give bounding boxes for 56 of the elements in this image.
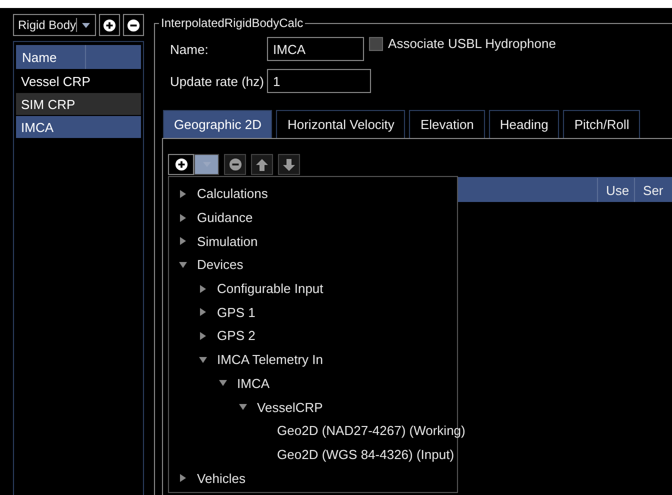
tab[interactable]: Pitch/Roll [563,110,640,138]
collapse-arrow-icon[interactable] [179,260,188,269]
up-arrow-icon [256,158,268,170]
list-item[interactable]: IMCA [16,116,142,138]
tree-item[interactable]: Simulation [197,234,258,249]
expand-arrow-icon[interactable] [179,190,188,198]
collapse-arrow-icon[interactable] [199,356,208,364]
tree-item[interactable]: Vehicles [197,470,246,486]
column-header[interactable]: Ser [635,178,672,202]
expand-arrow-icon[interactable] [199,308,208,316]
field-label: Name: [170,42,210,56]
tab[interactable]: Geographic 2D [163,110,272,138]
type-dropdown[interactable]: Rigid Body [13,14,96,36]
remove-button[interactable] [224,154,246,175]
expand-arrow-icon[interactable] [199,332,208,340]
tree-item[interactable]: IMCA Telemetry In [217,352,323,368]
list-item[interactable]: SIM CRP [16,93,142,115]
tab[interactable]: Horizontal Velocity [276,110,406,138]
tree-item[interactable]: GPS 2 [217,328,256,344]
remove-button[interactable] [123,14,144,36]
add-button[interactable] [99,14,120,36]
column-header[interactable]: Use [598,178,636,202]
tree-item[interactable]: Calculations [197,186,268,202]
tree-item[interactable]: GPS 1 [217,304,256,320]
tab[interactable]: Elevation [409,110,485,138]
group-title: InterpolatedRigidBodyCalc [159,16,306,30]
tree-item[interactable]: Geo2D (WGS 84-4326) (Input) [277,446,454,462]
checkbox-label[interactable]: Associate USBL Hydrophone [388,36,556,51]
field-label: Update rate (hz) [170,74,265,88]
tree-item[interactable]: Guidance [197,210,253,226]
add-button[interactable] [168,154,194,175]
caret-icon [82,22,90,28]
tree-item[interactable]: Geo2D (NAD27-4267) (Working) [277,423,466,438]
expand-arrow-icon[interactable] [179,474,188,482]
plus-icon [103,18,116,32]
list-item[interactable]: Vessel CRP [16,70,142,92]
tree-item[interactable]: IMCA [237,376,270,391]
down-button[interactable] [278,154,300,175]
tree-item[interactable]: Configurable Input [217,281,324,296]
collapse-arrow-icon[interactable] [219,379,228,388]
minus-icon [228,158,242,171]
expand-arrow-icon[interactable] [199,284,208,293]
minus-icon [127,18,140,32]
expand-arrow-icon[interactable] [179,237,188,246]
tree-item[interactable]: Devices [197,257,244,272]
plus-icon [174,158,188,171]
tab[interactable]: Heading [488,110,560,138]
checkbox[interactable] [369,37,384,51]
dropdown-button[interactable] [194,154,220,175]
tree-item[interactable]: VesselCRP [257,400,323,415]
collapse-arrow-icon[interactable] [239,403,248,412]
down-arrow-icon [283,158,296,170]
expand-arrow-icon[interactable] [179,214,188,222]
text-field[interactable]: 1 [267,69,372,93]
text-field[interactable]: IMCA [267,37,364,61]
up-button[interactable] [251,154,274,175]
